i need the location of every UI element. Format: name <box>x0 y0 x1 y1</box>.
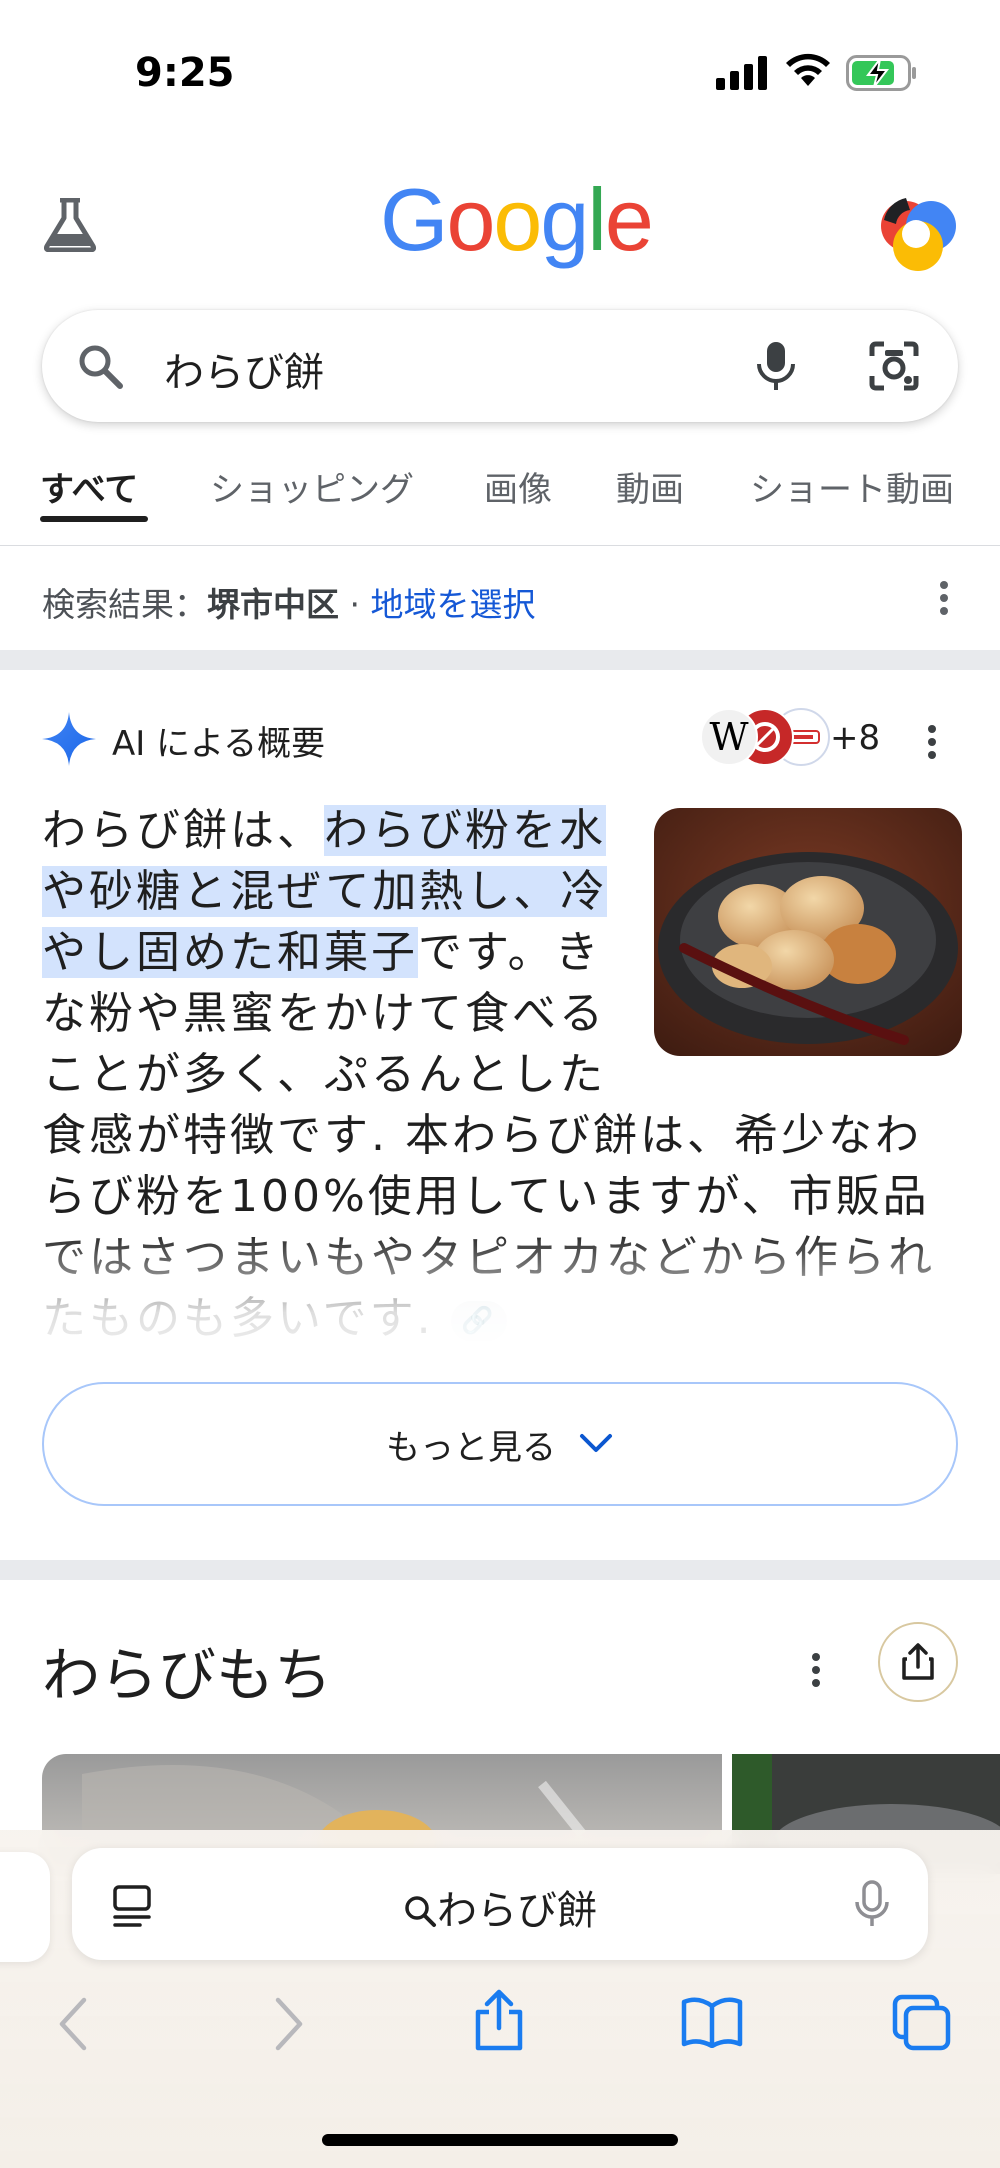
search-input[interactable]: わらび餅 <box>164 340 324 398</box>
ai-sparkle-icon <box>42 712 96 766</box>
google-lens-icon[interactable] <box>868 340 920 392</box>
battery-charging-icon <box>846 55 916 91</box>
chevron-down-icon <box>580 1434 612 1452</box>
previous-tab-peek[interactable] <box>0 1852 50 1962</box>
labs-flask-icon[interactable] <box>44 198 96 252</box>
tab-shopping[interactable]: ショッピング <box>210 462 414 511</box>
bookmarks-icon[interactable] <box>680 1996 744 2048</box>
knowledge-panel-title: わらびもち <box>42 1641 333 1709</box>
back-icon[interactable] <box>56 1996 90 2052</box>
share-icon[interactable] <box>472 1988 526 2052</box>
active-tab-indicator <box>40 516 148 522</box>
address-text[interactable]: わらび餅 <box>72 1878 928 1936</box>
location-prefix: 検索結果： <box>42 585 207 624</box>
tab-images[interactable]: 画像 <box>484 462 552 511</box>
address-bar[interactable]: わらび餅 <box>72 1848 928 1960</box>
warabi-mochi-image[interactable] <box>654 808 962 1056</box>
tab-all[interactable]: すべて <box>40 462 138 511</box>
ai-text-intro: わらび餅は、 <box>42 805 324 856</box>
microphone-icon[interactable] <box>854 1880 890 1928</box>
tabs-icon[interactable] <box>892 1994 952 2052</box>
search-icon[interactable] <box>76 342 124 390</box>
section-divider <box>0 1560 1000 1580</box>
tab-short-videos[interactable]: ショート動画 <box>750 462 954 511</box>
forward-icon[interactable] <box>272 1996 306 2052</box>
status-time: 9:25 <box>135 50 235 96</box>
search-icon <box>405 1896 436 1927</box>
ai-overview-title: AI による概要 <box>112 724 326 764</box>
more-vert-icon[interactable] <box>924 724 940 760</box>
share-icon <box>902 1643 934 1680</box>
show-more-button[interactable]: もっと見る <box>42 1382 958 1506</box>
more-vert-icon[interactable] <box>808 1652 824 1688</box>
source-icons[interactable]: W <box>700 708 830 768</box>
sources-count[interactable]: +8 <box>830 718 880 758</box>
more-vert-icon[interactable] <box>936 580 952 616</box>
google-logo[interactable]: Google <box>380 176 654 264</box>
search-tabs: すべて ショッピング 画像 動画 ショート動画 <box>0 456 1000 546</box>
location-area: 堺市中区 <box>207 585 339 624</box>
wikipedia-icon: W <box>700 708 758 766</box>
show-more-label: もっと見る <box>386 1427 556 1468</box>
home-indicator[interactable] <box>322 2134 678 2146</box>
wifi-icon <box>786 53 830 86</box>
voice-search-icon[interactable] <box>754 340 798 392</box>
cellular-signal-icon <box>716 56 767 90</box>
section-divider <box>0 650 1000 670</box>
share-button[interactable] <box>878 1622 958 1702</box>
ai-text-fade <box>0 1230 1000 1380</box>
search-box[interactable]: わらび餅 <box>42 310 958 422</box>
account-avatar[interactable] <box>876 190 960 274</box>
location-separator: · <box>339 585 371 624</box>
choose-region-link[interactable]: 地域を選択 <box>370 585 535 624</box>
tab-videos[interactable]: 動画 <box>616 462 684 511</box>
status-bar: 9:25 <box>0 0 1000 140</box>
address-query: わらび餅 <box>437 1888 597 1934</box>
location-line: 検索結果：堺市中区 · 地域を選択 <box>42 578 535 626</box>
browser-toolbar: わらび餅 <box>0 1830 1000 2168</box>
